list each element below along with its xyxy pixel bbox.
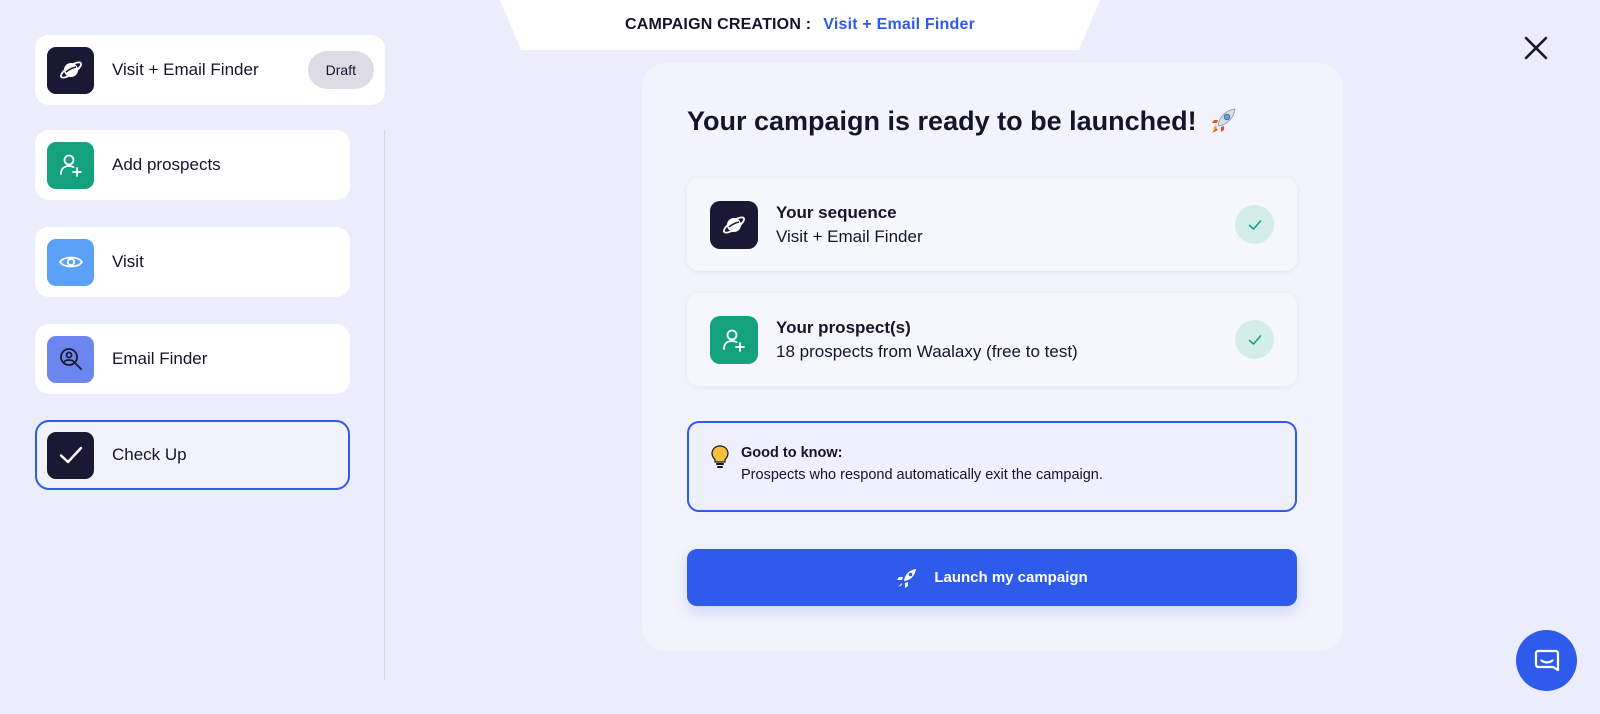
- sidebar-item-visit[interactable]: Visit: [35, 227, 350, 297]
- card-title: Your prospect(s): [776, 317, 911, 337]
- sidebar-item-label: Check Up: [112, 445, 187, 464]
- sequence-card: Your sequence Visit + Email Finder: [687, 178, 1297, 271]
- good-to-know-box: Good to know: Prospects who respond auto…: [687, 421, 1297, 512]
- card-subtitle: 18 prospects from Waalaxy (free to test): [776, 341, 1078, 361]
- add-user-icon: [47, 141, 94, 189]
- checkup-panel: Your campaign is ready to be launched! Y…: [642, 63, 1343, 651]
- launch-button-label: Launch my campaign: [934, 569, 1088, 586]
- rocket-emoji-icon: [1207, 105, 1239, 137]
- chat-icon: [1534, 649, 1559, 671]
- planet-icon: [47, 46, 94, 94]
- sidebar-item-check-up[interactable]: Check Up: [35, 420, 350, 490]
- page-title: Your campaign is ready to be launched!: [687, 105, 1239, 137]
- sidebar-item-label: Email Finder: [112, 349, 208, 368]
- close-icon: [1524, 36, 1548, 60]
- sidebar-campaign-label: Visit + Email Finder: [112, 60, 259, 79]
- user-search-icon: [47, 335, 94, 383]
- launch-campaign-button[interactable]: Launch my campaign: [687, 549, 1297, 606]
- sidebar-campaign-name[interactable]: Visit + Email Finder Draft: [35, 35, 385, 105]
- card-title: Your sequence: [776, 202, 897, 222]
- header-campaign-name: Visit + Email Finder: [823, 16, 976, 33]
- check-icon: [1235, 205, 1274, 244]
- card-subtitle: Visit + Email Finder: [776, 226, 923, 246]
- check-icon: [47, 431, 94, 479]
- sidebar-item-add-prospects[interactable]: Add prospects: [35, 130, 350, 200]
- close-button[interactable]: [1518, 30, 1554, 66]
- sidebar-item-email-finder[interactable]: Email Finder: [35, 324, 350, 394]
- info-title: Good to know:: [741, 445, 843, 461]
- sidebar-item-label: Visit: [112, 252, 144, 271]
- chat-button[interactable]: [1516, 630, 1577, 691]
- campaign-creation-header: CAMPAIGN CREATION : Visit + Email Finder: [500, 0, 1100, 50]
- prospects-card: Your prospect(s) 18 prospects from Waala…: [687, 293, 1297, 386]
- add-user-icon: [710, 315, 758, 364]
- sidebar-item-label: Add prospects: [112, 155, 221, 174]
- header-label: CAMPAIGN CREATION :: [624, 16, 812, 33]
- eye-icon: [47, 238, 94, 286]
- planet-icon: [710, 200, 758, 249]
- rocket-icon: [896, 567, 918, 589]
- check-icon: [1235, 320, 1274, 359]
- draft-badge: Draft: [307, 51, 374, 89]
- lightbulb-icon: [711, 445, 729, 474]
- sidebar-divider: [384, 130, 385, 680]
- page-title-text: Your campaign is ready to be launched!: [687, 105, 1197, 136]
- info-text: Prospects who respond automatically exit…: [741, 467, 1103, 483]
